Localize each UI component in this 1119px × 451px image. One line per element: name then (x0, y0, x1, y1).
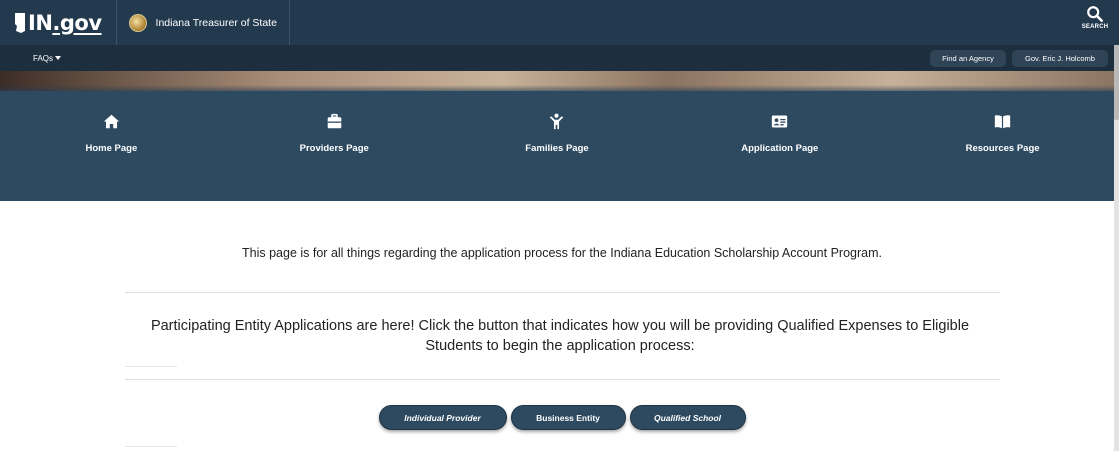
top-bar: IN .gov Indiana Treasurer of State SEARCH (0, 0, 1119, 45)
main-nav: Home Page Providers Page Families Page A… (0, 91, 1114, 201)
id-card-icon (772, 115, 788, 128)
nav-resources-label: Resources Page (965, 143, 1040, 154)
logo-in-text: IN (28, 10, 53, 35)
individual-provider-button[interactable]: Individual Provider (378, 405, 507, 430)
nav-home-page[interactable]: Home Page (0, 91, 223, 201)
secondary-bar: FAQs Find an Agency Gov. Eric J. Holcomb (0, 45, 1114, 71)
home-icon (103, 114, 120, 129)
book-icon (994, 115, 1011, 129)
divider-stub (125, 366, 177, 367)
state-seal-icon (128, 13, 147, 32)
business-entity-button[interactable]: Business Entity (510, 405, 626, 430)
briefcase-icon (327, 113, 341, 129)
nav-families-label: Families Page (525, 143, 589, 154)
applications-heading: Participating Entity Applications are he… (150, 318, 970, 354)
divider (125, 379, 1000, 380)
logo-wordmark: IN .gov (14, 11, 102, 35)
search-label: SEARCH (1081, 24, 1109, 30)
state-shape-icon (15, 12, 25, 33)
caret-down-icon (55, 56, 62, 60)
nav-application-page[interactable]: Application Page (668, 91, 891, 201)
governor-button[interactable]: Gov. Eric J. Holcomb (1012, 50, 1108, 67)
nav-families-page[interactable]: Families Page (446, 91, 669, 201)
find-agency-button[interactable]: Find an Agency (930, 50, 1006, 67)
nav-providers-label: Providers Page (299, 143, 369, 154)
agency-link[interactable]: Indiana Treasurer of State (117, 0, 290, 45)
divider (125, 292, 1000, 293)
child-icon (550, 113, 564, 130)
logo-gov-text: .gov (52, 10, 102, 35)
intro-text: This page is for all things regarding th… (242, 246, 882, 260)
divider-stub (125, 446, 177, 447)
faqs-label: FAQs (33, 53, 54, 63)
application-buttons: Individual Provider Business Entity Qual… (0, 405, 1119, 430)
agency-name: Indiana Treasurer of State (155, 16, 277, 29)
nav-providers-page[interactable]: Providers Page (223, 91, 446, 201)
search-button[interactable]: SEARCH (1081, 5, 1109, 41)
scrollbar-thumb[interactable] (1114, 45, 1119, 120)
nav-resources-page[interactable]: Resources Page (891, 91, 1114, 201)
banner-image (0, 71, 1114, 91)
qualified-school-button[interactable]: Qualified School (629, 405, 746, 430)
search-icon (1087, 6, 1104, 23)
in-gov-logo[interactable]: IN .gov (0, 0, 117, 45)
nav-home-label: Home Page (85, 143, 138, 154)
nav-application-label: Application Page (741, 143, 819, 154)
faqs-menu[interactable]: FAQs (33, 53, 62, 63)
